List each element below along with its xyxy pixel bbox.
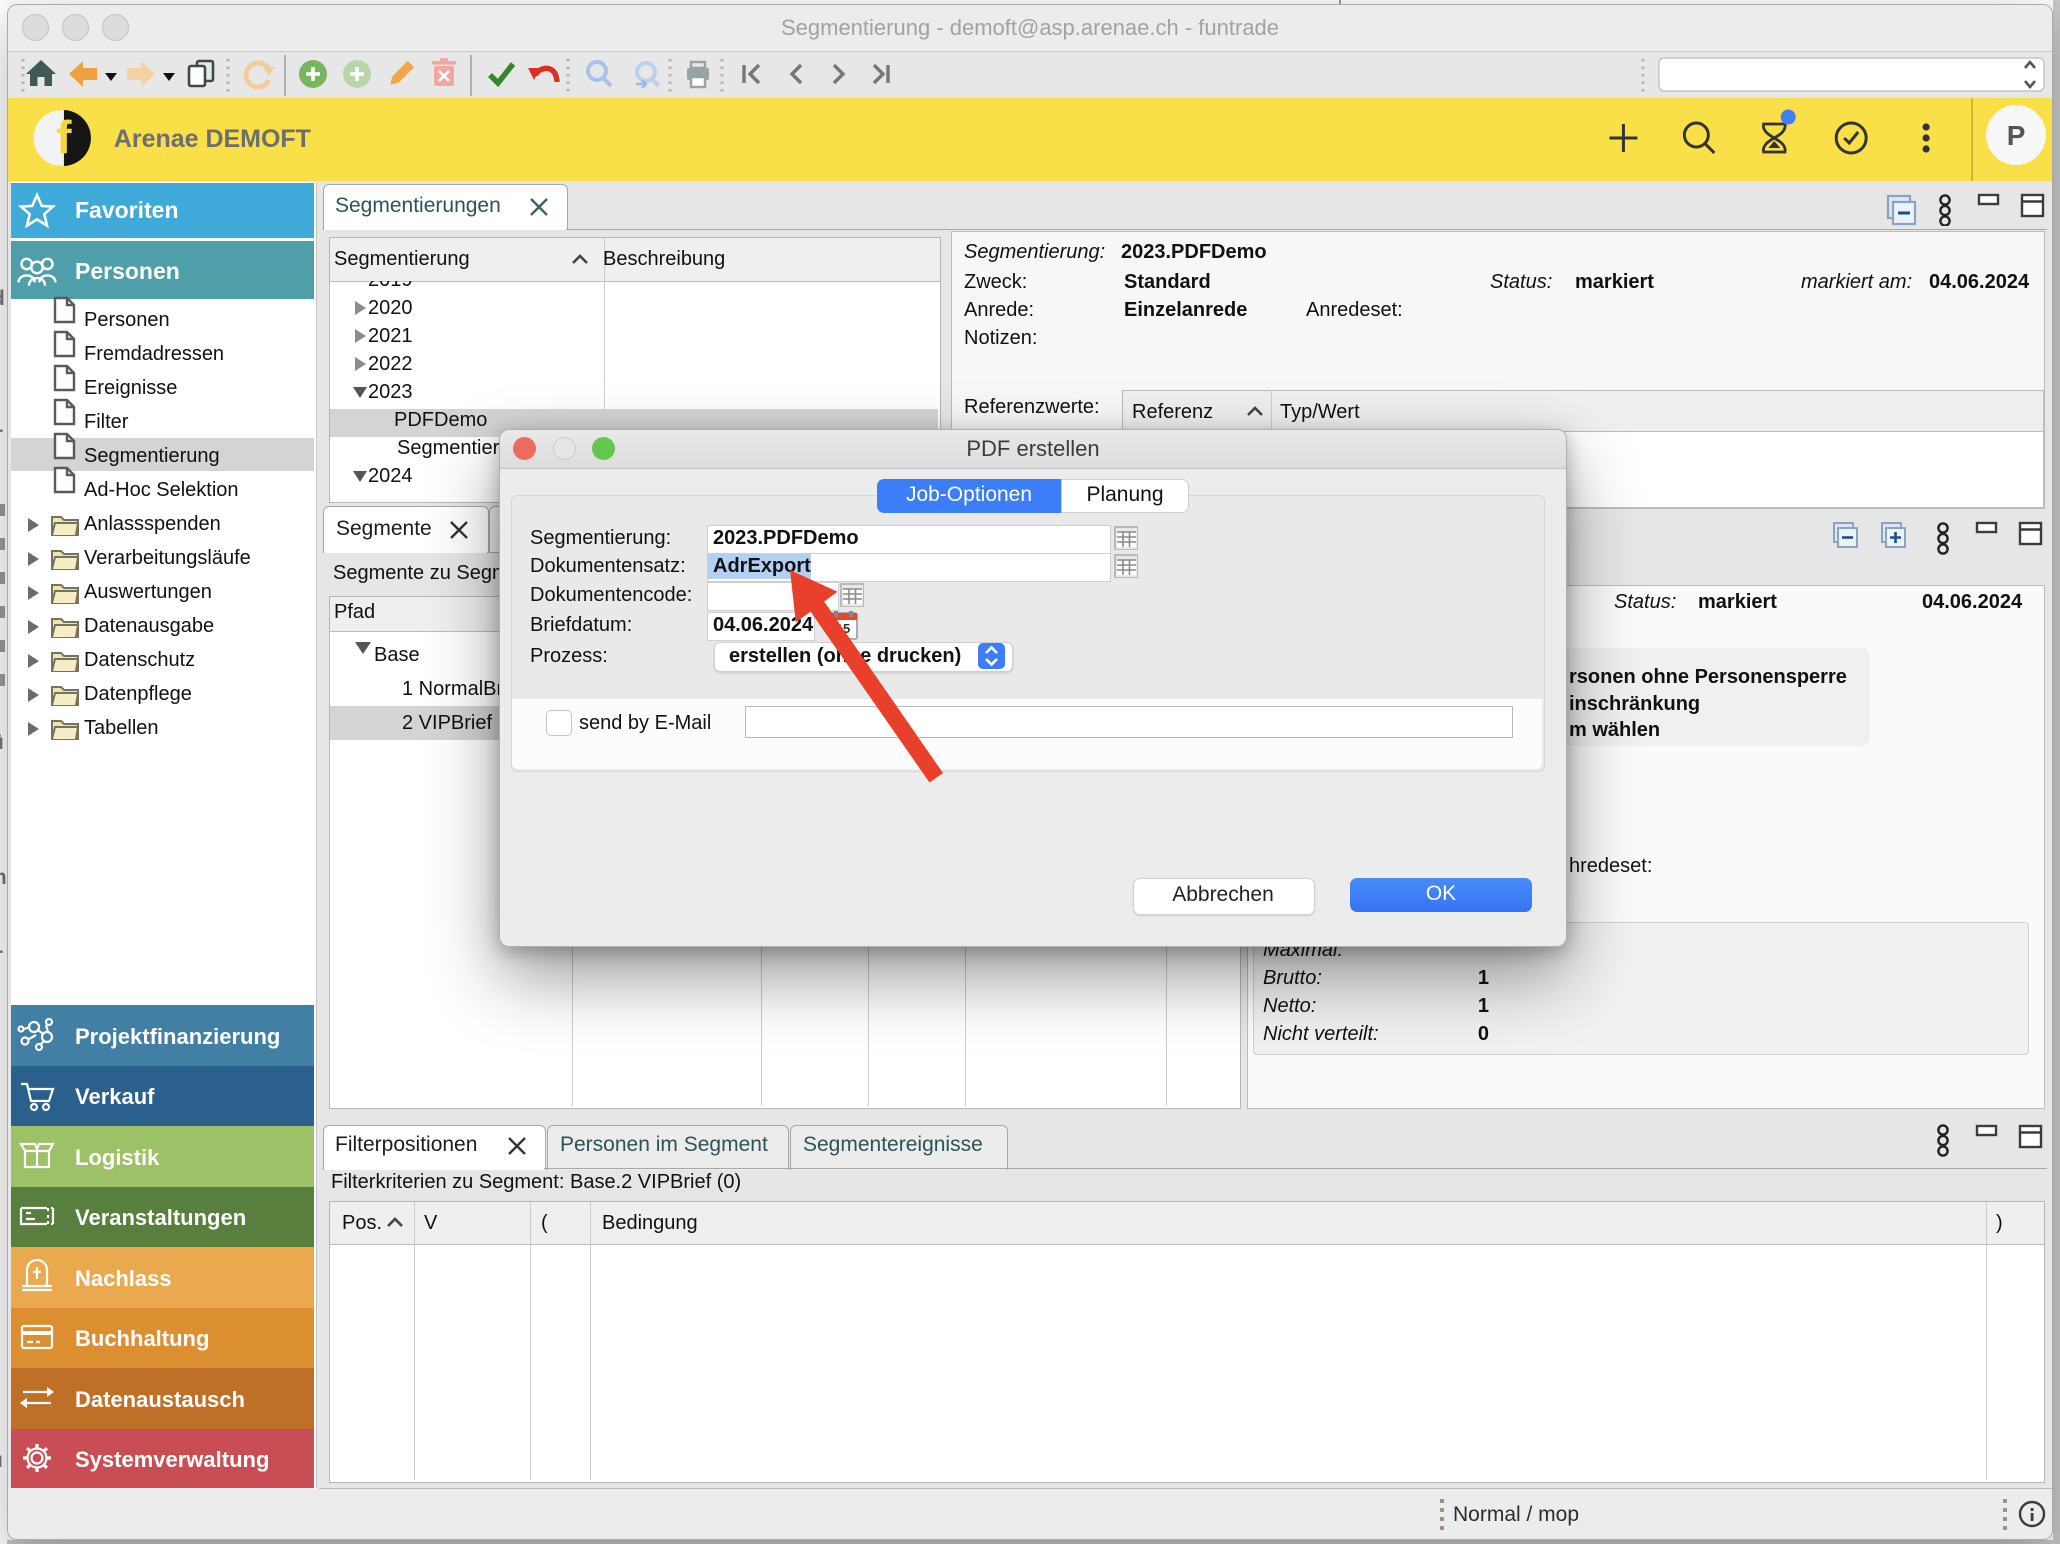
svg-text:P: P [2007,120,2026,151]
svg-text:Arenae DEMOFT: Arenae DEMOFT [114,125,311,153]
svg-text:f: f [56,111,72,163]
